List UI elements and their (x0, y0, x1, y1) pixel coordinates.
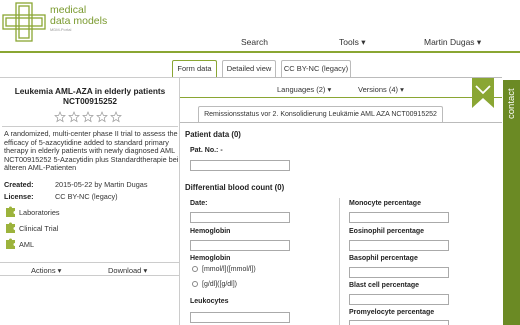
star-icon[interactable] (54, 111, 66, 123)
promyelocyte-input[interactable] (349, 320, 449, 325)
license-label: License: (4, 192, 34, 201)
created-label: Created: (4, 180, 34, 189)
date-label: Date: (190, 200, 208, 207)
form-title: Leukemia AML-AZA in elderly patients NCT… (0, 86, 180, 106)
puzzle-icon (6, 238, 15, 249)
form-title-line-2: NCT00915252 (63, 96, 117, 106)
star-icon[interactable] (96, 111, 108, 123)
brand-subtitle: MDM-Portal (50, 27, 72, 32)
created-value: 2015-05-22 by Martin Dugas (55, 180, 148, 189)
unit-radio-gdl[interactable]: [g/dl]([g/dl]) (192, 281, 237, 288)
versions-dropdown[interactable]: Versions (4) ▾ (358, 85, 404, 94)
puzzle-icon (6, 222, 15, 233)
radio-label: [mmol/l]([mmol/l]) (202, 266, 256, 273)
languages-dropdown[interactable]: Languages (2) ▾ (277, 85, 331, 94)
header-divider (0, 51, 520, 53)
star-icon[interactable] (68, 111, 80, 123)
basophil-input[interactable] (349, 267, 449, 278)
tab-form-data[interactable]: Form data (172, 60, 217, 77)
mdm-logo[interactable] (2, 2, 46, 42)
nav-search-link[interactable]: Search (241, 37, 268, 47)
form-title-line-1: Leukemia AML-AZA in elderly patients (14, 86, 166, 96)
tab-license[interactable]: CC BY-NC (legacy) (281, 60, 351, 77)
nav-user-menu[interactable]: Martin Dugas ▾ (424, 37, 481, 48)
hemoglobin-label: Hemoglobin (190, 228, 231, 235)
monocyte-input[interactable] (349, 212, 449, 223)
keyword-label: Clinical Trial (19, 224, 59, 233)
brand-line-2: data models (50, 15, 108, 27)
radio-label: [g/dl]([g/dl]) (202, 281, 238, 288)
form-description: A randomized, multi-center phase II tria… (4, 129, 179, 173)
star-icon[interactable] (82, 111, 94, 123)
hemoglobin-input[interactable] (190, 240, 290, 251)
keyword-clinical-trial[interactable]: Clinical Trial (5, 222, 85, 234)
left-panel-footer: Actions ▾ Download ▾ (0, 262, 180, 276)
keyword-aml[interactable]: AML (5, 238, 85, 250)
pat-no-input[interactable] (190, 160, 290, 171)
eosinophil-label: Eosinophil percentage (349, 228, 425, 235)
language-version-bar: Languages (2) ▾ Versions (4) ▾ (180, 78, 502, 98)
brand-name[interactable]: medical data models MDM-Portal (50, 5, 107, 33)
contact-label[interactable]: contact (503, 80, 520, 128)
itemgroup-underline (180, 122, 502, 123)
bookmark-icon[interactable] (472, 78, 494, 108)
column-divider (339, 198, 340, 325)
basophil-label: Basophil percentage (349, 255, 418, 262)
divider (2, 126, 178, 127)
form-info-panel: Leukemia AML-AZA in elderly patients NCT… (0, 77, 180, 325)
puzzle-icon (6, 206, 15, 217)
blast-label: Blast cell percentage (349, 282, 420, 289)
leukocytes-input[interactable] (190, 312, 290, 323)
monocyte-label: Monocyte percentage (349, 200, 421, 207)
blast-input[interactable] (349, 294, 449, 305)
radio-button[interactable] (192, 281, 198, 287)
itemgroup-tab[interactable]: Remissionsstatus vor 2. Konsolidierung L… (198, 106, 443, 122)
unit-radio-mmol[interactable]: [mmol/l]([mmol/l]) (192, 266, 256, 273)
eosinophil-input[interactable] (349, 240, 449, 251)
keyword-laboratories[interactable]: Laboratories (5, 206, 85, 218)
pat-no-label: Pat. No.: - (190, 147, 223, 154)
rating-stars[interactable] (54, 111, 126, 123)
nav-tools-menu[interactable]: Tools ▾ (339, 37, 365, 48)
promyelocyte-label: Promyelocyte percentage (349, 309, 435, 316)
tab-detailed-view[interactable]: Detailed view (222, 60, 276, 77)
license-value: CC BY-NC (legacy) (55, 192, 118, 201)
actions-menu[interactable]: Actions ▾ (31, 266, 61, 275)
keyword-label: AML (19, 240, 35, 249)
date-input[interactable] (190, 212, 290, 223)
blood-count-heading: Differential blood count (0) (185, 183, 285, 192)
hemoglobin-unit-label: Hemoglobin (190, 255, 231, 262)
radio-button[interactable] (192, 266, 198, 272)
download-menu[interactable]: Download ▾ (108, 266, 147, 275)
keyword-label: Laboratories (19, 208, 60, 217)
patient-data-heading: Patient data (0) (185, 130, 241, 139)
leukocytes-label: Leukocytes (190, 298, 229, 305)
star-icon[interactable] (110, 111, 122, 123)
